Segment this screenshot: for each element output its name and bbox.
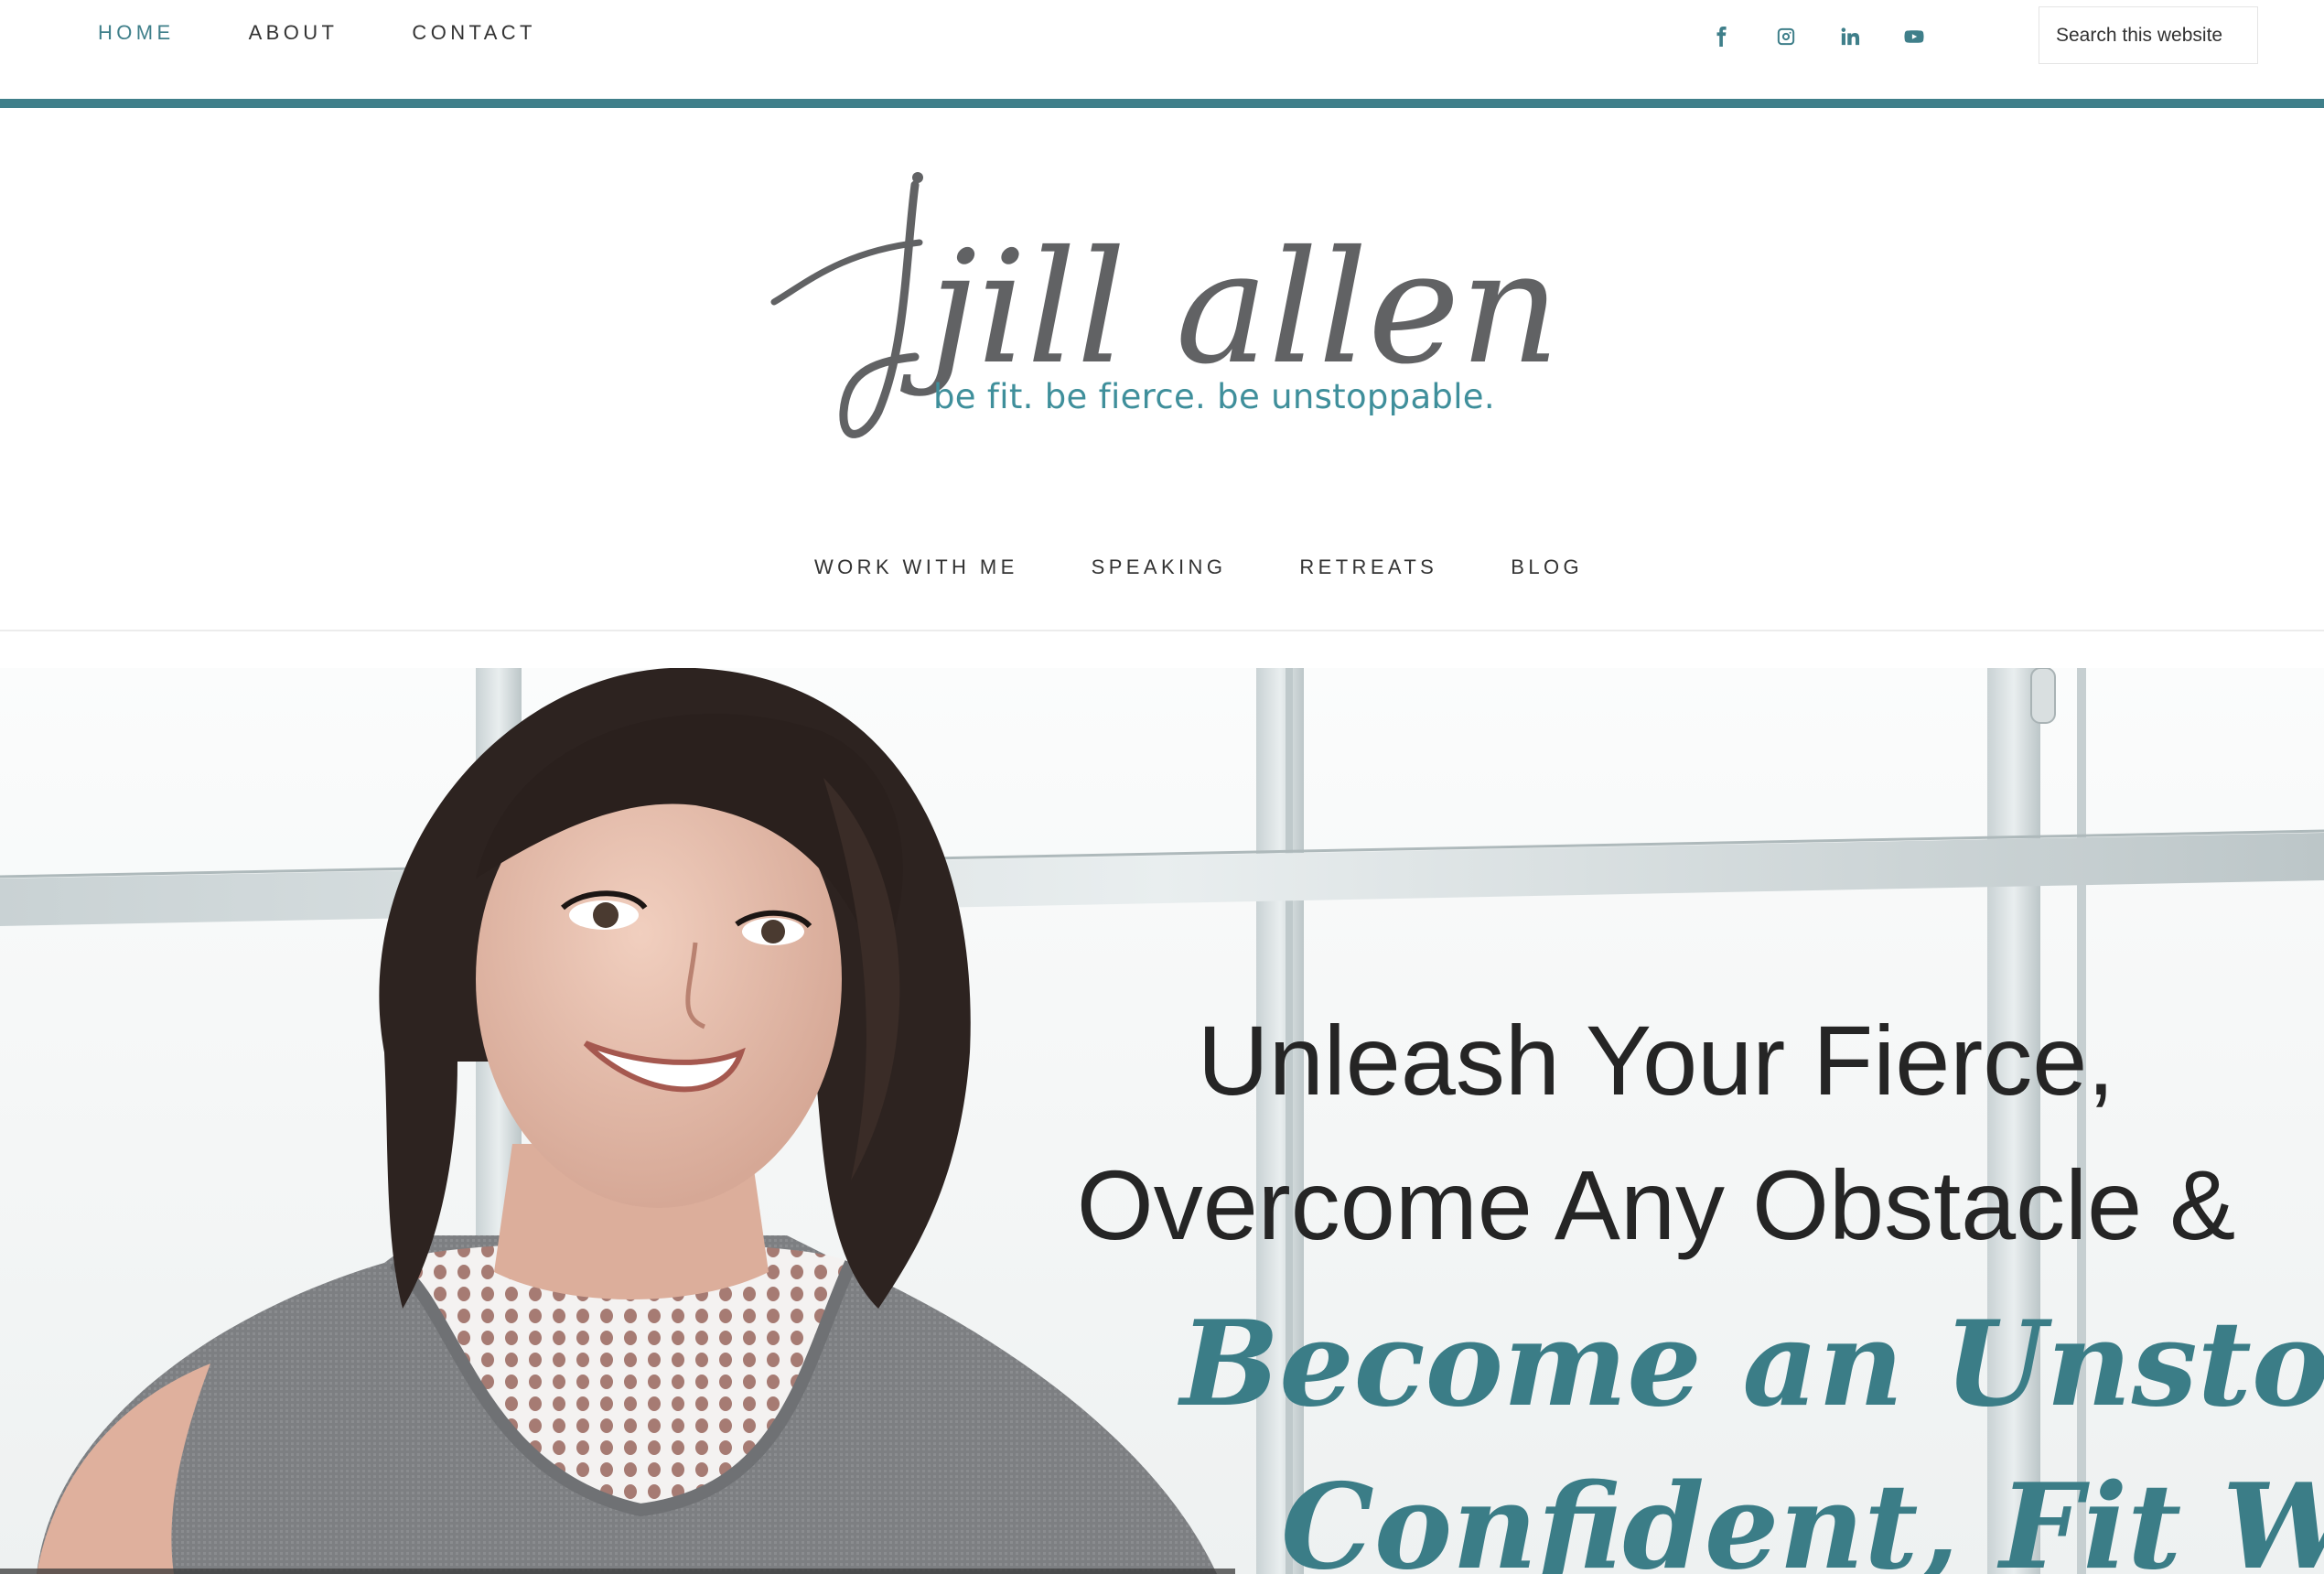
- facebook-icon[interactable]: [1705, 20, 1738, 53]
- nav-divider: [0, 630, 2324, 631]
- main-nav-work-with-me[interactable]: WORK WITH ME: [814, 540, 1018, 595]
- hero-headline: Unleash Your Fierce, Overcome Any Obstac…: [988, 988, 2324, 1278]
- hero-bottom-edge: [0, 1569, 1235, 1574]
- main-nav-speaking[interactable]: SPEAKING: [1092, 540, 1227, 595]
- youtube-icon[interactable]: [1898, 20, 1931, 53]
- hero-headline-line2: Overcome Any Obstacle &: [1076, 1149, 2236, 1260]
- top-nav-about[interactable]: ABOUT: [249, 21, 339, 45]
- logo-name: jill allen: [899, 218, 1560, 399]
- header-accent-rule: [0, 99, 2324, 108]
- top-nav: HOME ABOUT CONTACT: [98, 0, 536, 66]
- hero-script-line1: Become an Unstoppable,: [1180, 1296, 2324, 1433]
- hero-script-line2: Confident, Fit Woman: [1281, 1459, 2324, 1574]
- hero-banner: Unleash Your Fierce, Overcome Any Obstac…: [0, 668, 2324, 1574]
- logo-tagline: be fit. be fierce. be unstoppable.: [933, 377, 1495, 416]
- top-bar: HOME ABOUT CONTACT: [0, 0, 2324, 99]
- top-nav-home[interactable]: HOME: [98, 21, 175, 45]
- social-links: [1705, 20, 1931, 53]
- top-nav-contact[interactable]: CONTACT: [412, 21, 536, 45]
- main-nav: WORK WITH ME SPEAKING RETREATS BLOG: [0, 540, 2324, 595]
- main-nav-retreats[interactable]: RETREATS: [1299, 540, 1437, 595]
- hero-headline-line1: Unleash Your Fierce,: [1197, 1005, 2115, 1116]
- linkedin-icon[interactable]: [1834, 20, 1867, 53]
- search-input[interactable]: [2039, 6, 2258, 64]
- main-nav-blog[interactable]: BLOG: [1511, 540, 1583, 595]
- instagram-icon[interactable]: [1770, 20, 1802, 53]
